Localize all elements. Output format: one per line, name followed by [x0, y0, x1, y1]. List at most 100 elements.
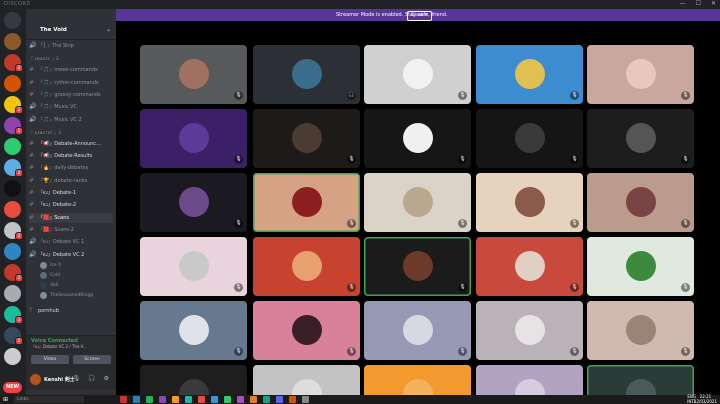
video-button[interactable]: Video — [31, 355, 69, 364]
taskbar-app-icon[interactable] — [185, 396, 192, 403]
participant-tile[interactable]: 🎙 — [476, 45, 583, 104]
deafened-icon: 🎧 — [347, 91, 356, 100]
taskbar-app-icon[interactable] — [133, 396, 140, 403]
server-icon[interactable]: 2 — [4, 264, 23, 282]
server-icon[interactable]: 2 — [4, 96, 23, 114]
participant-tile[interactable]: 🎙 — [364, 45, 471, 104]
windows-start-icon[interactable]: ⊞ — [3, 396, 8, 403]
voice-user[interactable]: Cold — [40, 271, 60, 279]
participant-tile[interactable]: 🎙 — [253, 109, 360, 168]
text-channel-item[interactable]: # 『🔥』daily-debates — [29, 163, 113, 173]
server-icon[interactable]: 2 — [4, 159, 23, 177]
participant-tile[interactable]: 🎙 — [587, 237, 694, 296]
server-icon[interactable]: 1 — [4, 117, 23, 135]
participant-tile[interactable]: 🎙 — [587, 45, 694, 104]
taskbar-app-icon[interactable] — [263, 396, 270, 403]
server-icon[interactable] — [4, 201, 21, 218]
channel-category[interactable]: 『 ᴅᴇʙᴀᴛᴇs 』3 — [29, 130, 61, 136]
clock[interactable]: 22:21 12/03/2021 — [694, 394, 717, 404]
participant-tile[interactable]: 🎙 — [587, 173, 694, 232]
taskbar-app-icon[interactable] — [276, 396, 283, 403]
voice-channel-item[interactable]: 🔊 『ᴋᴊ』Debate VC 2 — [29, 250, 113, 260]
chevron-down-icon[interactable]: ⌄ — [106, 26, 111, 33]
avatar[interactable] — [30, 374, 41, 385]
server-icon[interactable] — [4, 33, 21, 50]
voice-location[interactable]: 『ᴋᴊ』Debate VC 2 / The V... — [31, 344, 87, 350]
voice-channel-item[interactable]: 🔊 『〚 』The Ship — [29, 41, 113, 51]
screen-share-button[interactable]: Screen — [73, 355, 111, 364]
taskbar-app-icon[interactable] — [250, 396, 257, 403]
text-channel-item[interactable]: # 『🟥』Scans — [29, 212, 113, 223]
participant-tile[interactable]: 🎙 — [253, 301, 360, 360]
taskbar-app-icon[interactable] — [159, 396, 166, 403]
text-channel-item[interactable]: # 『📢』Debate-Announc... — [29, 139, 113, 149]
server-icon[interactable] — [4, 75, 21, 92]
text-channel-item[interactable]: # 『ᴋᴊ』Debate-2 — [29, 200, 113, 210]
voice-channel-item[interactable]: 🔊 『🎵』Music VC — [29, 102, 113, 112]
participant-tile[interactable]: 🎙 — [364, 173, 471, 232]
taskbar-app-icon[interactable] — [120, 396, 127, 403]
server-icon[interactable]: 2 — [4, 222, 23, 240]
participant-tile[interactable]: 🎙 — [364, 301, 471, 360]
server-icon[interactable] — [4, 138, 21, 155]
disable-button[interactable]: Disable — [407, 11, 432, 21]
voice-user[interactable]: Ice X — [40, 261, 61, 269]
new-unreads-button[interactable]: NEW — [3, 382, 22, 393]
text-channel-item[interactable]: # 『🏆』debate-ranks — [29, 176, 113, 186]
server-icon[interactable]: 2 — [4, 54, 23, 72]
participant-tile[interactable]: 🎙 — [253, 237, 360, 296]
participant-tile[interactable]: 🎙 — [140, 109, 247, 168]
participant-tile[interactable]: 🎙 — [476, 173, 583, 232]
taskbar-app-icon[interactable] — [146, 396, 153, 403]
avatar — [179, 187, 209, 217]
text-channel-item[interactable]: # 『🎵』rythm-commands — [29, 78, 113, 88]
minimize-icon[interactable]: — — [680, 0, 686, 7]
channel-category[interactable]: 『 ɪᴍᴀɢᴇs 』3 — [29, 56, 59, 62]
server-icon[interactable] — [4, 285, 21, 302]
participant-tile[interactable]: 🎙 — [476, 109, 583, 168]
voice-user[interactable]: TheSeasonedKingg — [40, 291, 93, 299]
participant-tile[interactable]: 🎙 — [140, 237, 247, 296]
close-icon[interactable]: ✕ — [711, 0, 716, 7]
text-channel-item[interactable]: # 『📢』Debate-Results — [29, 151, 113, 161]
unread-badge: 2 — [15, 106, 23, 114]
avatar — [292, 59, 322, 89]
text-channel-item[interactable]: # 『🟥』Scans-2 — [29, 225, 113, 235]
voice-channel-item[interactable]: 🔊 『ᴋᴊ』Debate VC 1 — [29, 237, 113, 247]
server-icon[interactable] — [4, 348, 21, 365]
taskbar-app-icon[interactable] — [198, 396, 205, 403]
user-controls-icons[interactable]: 🎙 🎧 ⚙ — [73, 375, 112, 382]
text-channel-item[interactable]: # 『🎵』groovy-commands — [29, 90, 113, 100]
taskbar-app-icon[interactable] — [211, 396, 218, 403]
voice-channel-item[interactable]: 🔊 『🎵』Music VC 2 — [29, 115, 113, 125]
channel-item[interactable]: ? pornhub — [29, 306, 113, 316]
server-icon[interactable]: 3 — [4, 306, 23, 324]
taskbar-app-icon[interactable] — [237, 396, 244, 403]
voice-user[interactable]: dell — [40, 281, 58, 289]
text-channel-item[interactable]: # 『ᴋᴊ』Debate-1 — [29, 188, 113, 198]
taskbar-app-icon[interactable] — [289, 396, 296, 403]
participant-tile[interactable]: 🎙 — [476, 237, 583, 296]
participant-tile[interactable]: 🎙 — [587, 301, 694, 360]
taskbar-app-icon[interactable] — [302, 396, 309, 403]
participant-tile[interactable]: 🎙 — [364, 109, 471, 168]
participant-tile[interactable]: 🎧 — [253, 45, 360, 104]
server-icon[interactable]: 2 — [4, 327, 23, 345]
maximize-icon[interactable]: ☐ — [696, 0, 701, 7]
participant-tile[interactable]: 🎙 — [364, 237, 471, 296]
channel-label: 『🏆』debate-ranks — [38, 177, 88, 184]
server-icon[interactable] — [4, 180, 21, 197]
participant-tile[interactable]: 🎙 — [140, 301, 247, 360]
discord-home-icon[interactable] — [4, 12, 21, 29]
guild-header[interactable]: The Void ⌄ — [26, 23, 116, 40]
text-channel-item[interactable]: # 『🎵』meeé-commands — [29, 65, 113, 75]
taskbar-app-icon[interactable] — [224, 396, 231, 403]
participant-tile[interactable]: 🎙 — [140, 45, 247, 104]
taskbar-app-icon[interactable] — [172, 396, 179, 403]
participant-tile[interactable]: 🎙 — [140, 173, 247, 232]
participant-tile[interactable]: 🎙 — [476, 301, 583, 360]
participant-tile[interactable]: 🎙 — [587, 109, 694, 168]
taskbar-search[interactable]: Links — [14, 396, 84, 403]
server-icon[interactable] — [4, 243, 21, 260]
participant-tile[interactable]: 🎙 — [253, 173, 360, 232]
